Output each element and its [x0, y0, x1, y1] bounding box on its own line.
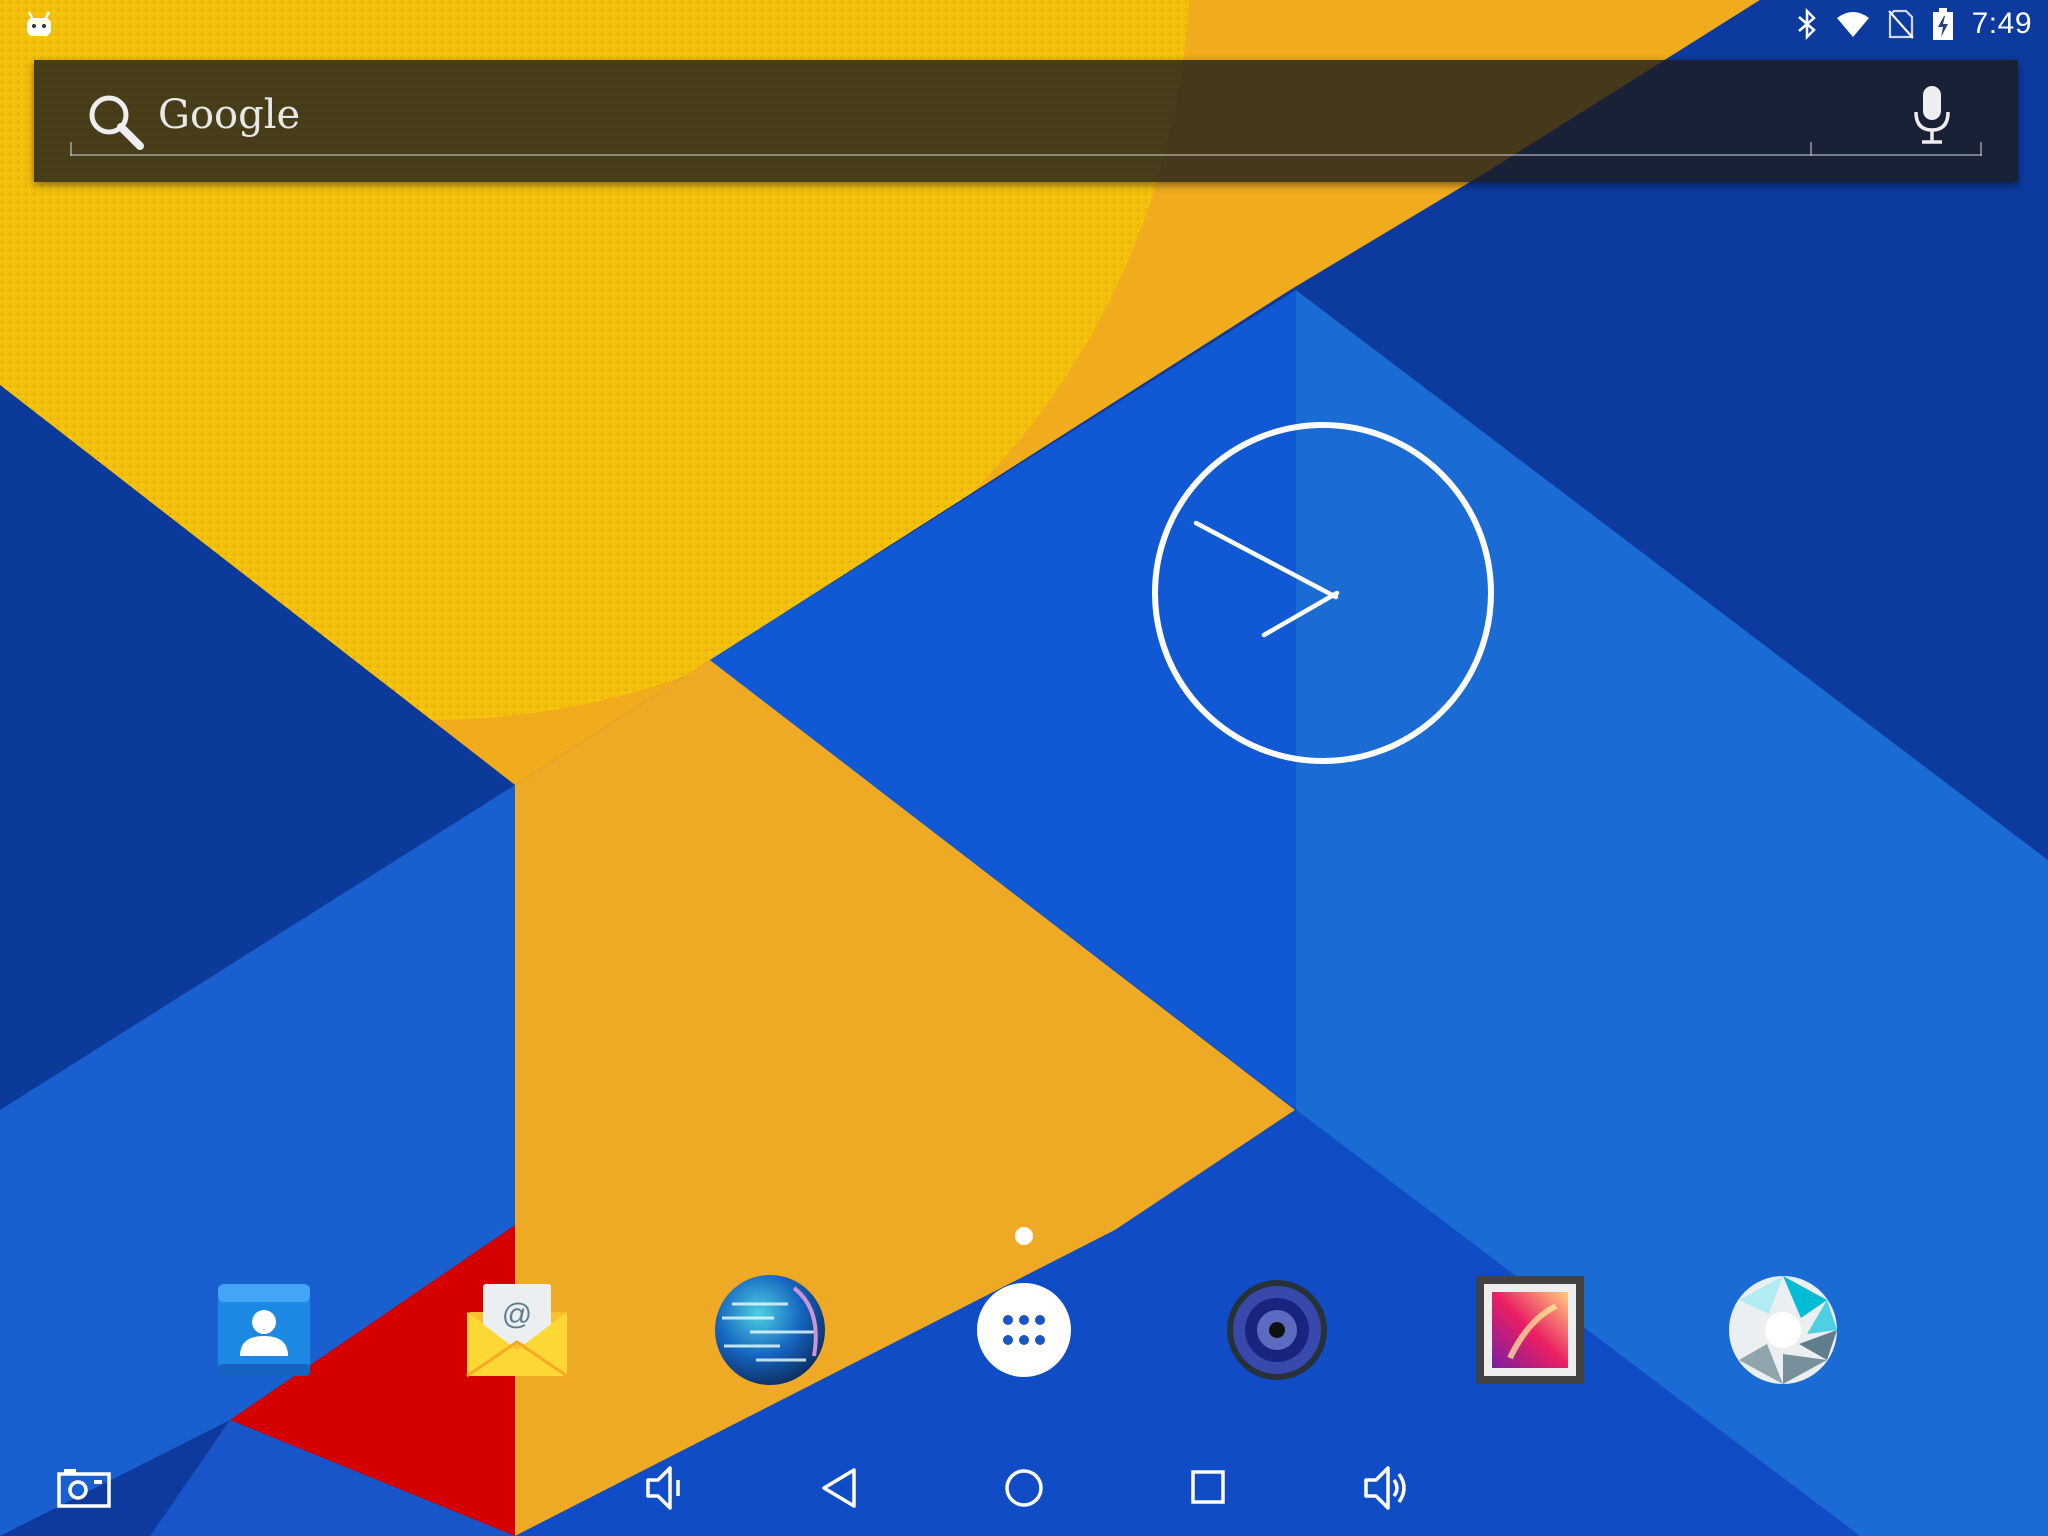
- dock-app-gallery[interactable]: [1470, 1270, 1590, 1390]
- clock-hour-hand: [1261, 590, 1340, 638]
- clock-face: [1152, 422, 1494, 764]
- camera-icon: [1729, 1276, 1837, 1384]
- battery-charging-icon: [1932, 8, 1953, 40]
- dock-app-browser[interactable]: [710, 1270, 830, 1390]
- email-icon: @: [466, 1284, 568, 1378]
- contacts-icon: [218, 1284, 310, 1376]
- dock-app-drawer[interactable]: [964, 1270, 1084, 1390]
- microphone-icon[interactable]: [1912, 82, 1952, 148]
- nav-back-button[interactable]: [810, 1460, 870, 1516]
- browser-globe-icon: [715, 1275, 825, 1385]
- status-time: 7:49: [1971, 7, 2032, 40]
- dock-app-contacts[interactable]: [204, 1270, 324, 1390]
- screenshot-icon: [57, 1469, 111, 1508]
- nav-home-button[interactable]: [994, 1460, 1054, 1516]
- music-speaker-icon: [1227, 1280, 1327, 1380]
- search-underline-tick: [1810, 142, 1812, 156]
- status-bar: 7:49: [0, 0, 2048, 48]
- android-notification-icon: [27, 11, 51, 36]
- search-underline-tick: [70, 142, 72, 156]
- volume-down-icon: [646, 1466, 680, 1510]
- dock-app-music[interactable]: [1217, 1270, 1337, 1390]
- recents-icon: [1191, 1470, 1225, 1504]
- nav-screenshot-button[interactable]: [54, 1460, 114, 1516]
- svg-text:@: @: [502, 1298, 532, 1331]
- search-underline: [70, 154, 1982, 156]
- nav-recents-button[interactable]: [1178, 1460, 1238, 1516]
- dock-app-email[interactable]: @: [457, 1270, 577, 1390]
- navigation-bar: [0, 1440, 2048, 1536]
- nav-volume-down-button[interactable]: [634, 1460, 694, 1516]
- google-search-bar[interactable]: Google: [34, 60, 2018, 182]
- nav-volume-up-button[interactable]: [1356, 1460, 1416, 1516]
- search-label[interactable]: Google: [158, 92, 300, 138]
- no-sim-icon: [1887, 9, 1914, 39]
- analog-clock-widget[interactable]: [1150, 420, 1496, 766]
- page-indicator-dot: [1015, 1227, 1033, 1245]
- search-underline-tick: [1980, 142, 1982, 156]
- gallery-icon: [1476, 1276, 1584, 1384]
- app-drawer-icon: [977, 1283, 1071, 1377]
- dock-app-camera[interactable]: [1723, 1270, 1843, 1390]
- volume-up-icon: [1364, 1466, 1406, 1510]
- bluetooth-icon: [1797, 8, 1816, 40]
- wifi-icon: [1836, 12, 1869, 37]
- dock: @: [0, 1270, 2048, 1396]
- search-icon[interactable]: [86, 92, 146, 152]
- back-icon: [822, 1468, 856, 1508]
- clock-minute-hand: [1193, 520, 1339, 600]
- home-icon: [1005, 1469, 1043, 1507]
